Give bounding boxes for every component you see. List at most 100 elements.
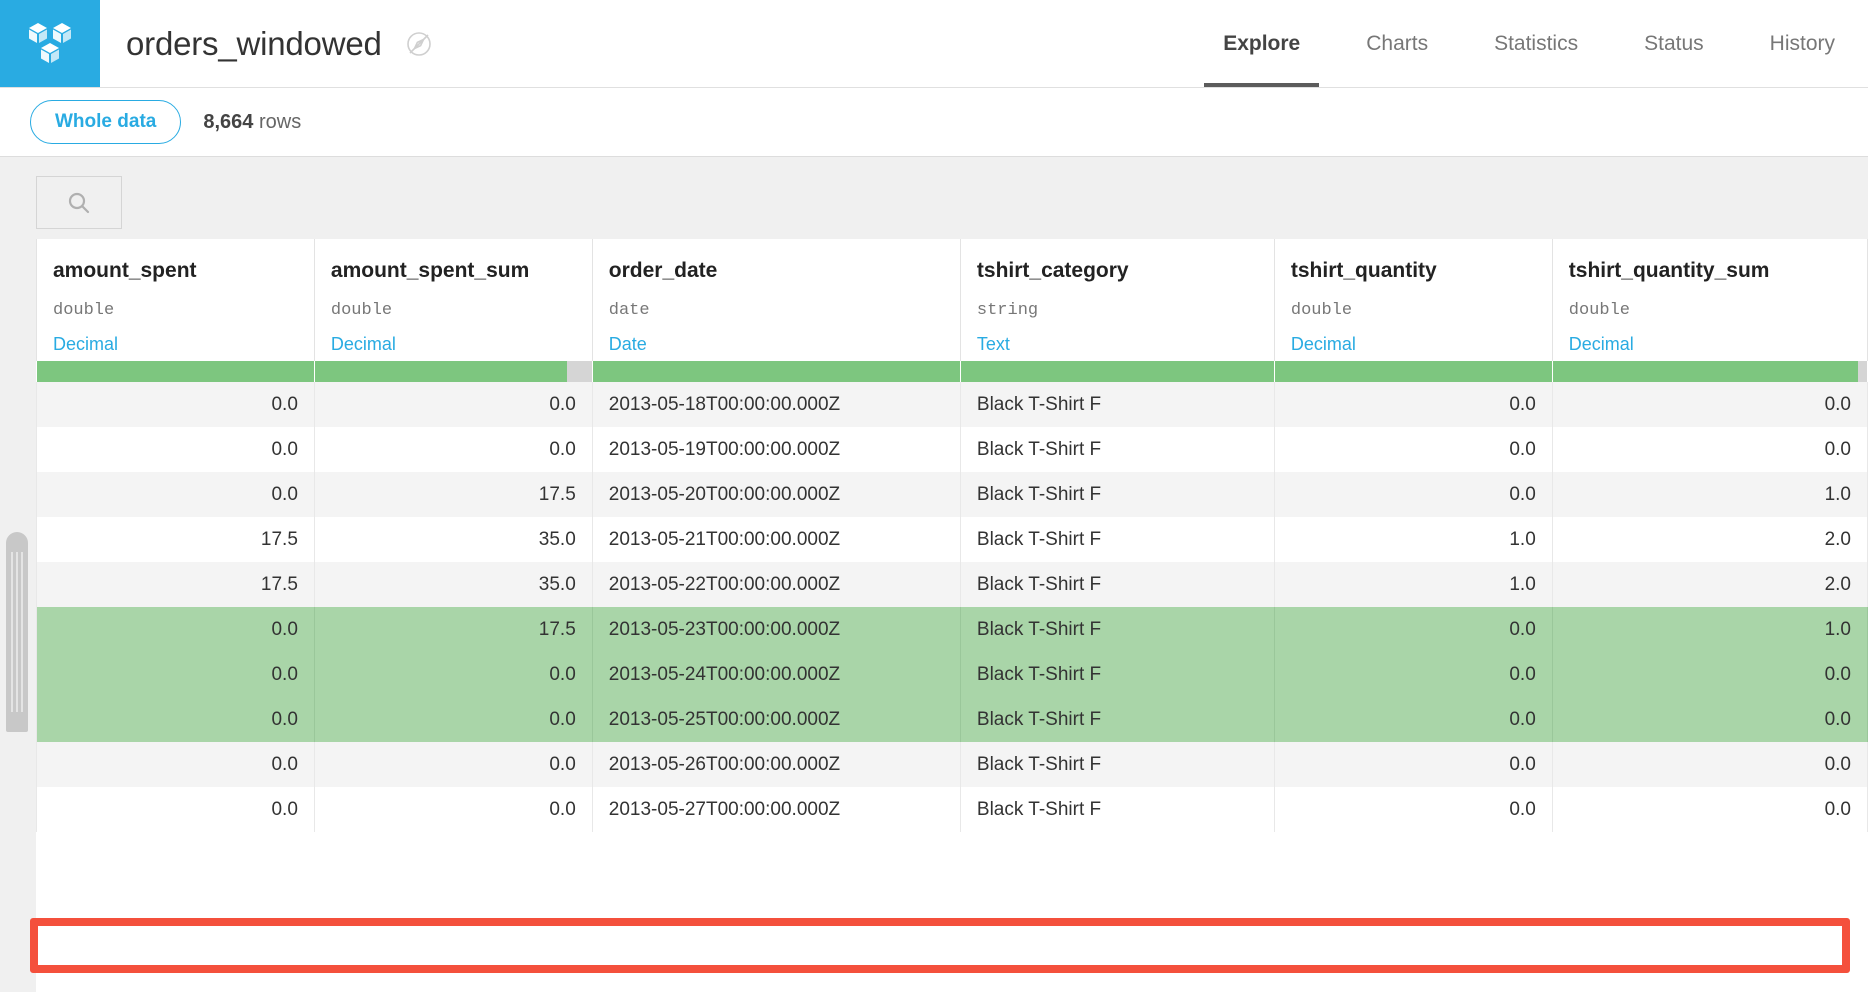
dataset-title-wrap: orders_windowed <box>100 0 434 87</box>
column-header-tshirt_quantity_sum[interactable]: tshirt_quantity_sum double Decimal <box>1552 239 1867 361</box>
table-row[interactable]: 17.5 35.0 2013-05-21T00:00:00.000Z Black… <box>37 517 1868 562</box>
app-header: orders_windowed Explore Charts Statistic… <box>0 0 1868 88</box>
column-name: tshirt_quantity <box>1291 259 1536 283</box>
cell-tshirt_quantity_sum: 0.0 <box>1552 652 1867 697</box>
tab-charts[interactable]: Charts <box>1333 0 1461 87</box>
cell-order_date: 2013-05-22T00:00:00.000Z <box>592 562 960 607</box>
cell-amount_spent_sum: 0.0 <box>314 427 592 472</box>
cell-tshirt_category: Black T-Shirt F <box>960 787 1274 832</box>
table-row[interactable]: 0.0 0.0 2013-05-25T00:00:00.000Z Black T… <box>37 697 1868 742</box>
table-row-highlighted[interactable]: 0.0 0.0 2013-05-24T00:00:00.000Z Black T… <box>37 652 1868 697</box>
validity-bar-cell <box>314 361 592 382</box>
cell-tshirt_category: Black T-Shirt F <box>960 607 1274 652</box>
explore-body: amount_spent double Decimal amount_spent… <box>0 157 1868 992</box>
table-row[interactable]: 0.0 17.5 2013-05-23T00:00:00.000Z Black … <box>37 607 1868 652</box>
column-meaning[interactable]: Decimal <box>53 334 298 355</box>
app-logo[interactable] <box>0 0 100 87</box>
column-header-amount_spent_sum[interactable]: amount_spent_sum double Decimal <box>314 239 592 361</box>
row-count-unit: rows <box>259 111 301 133</box>
cell-amount_spent: 17.5 <box>37 517 315 562</box>
cell-tshirt_quantity: 0.0 <box>1274 607 1552 652</box>
scroll-grip-line <box>11 552 13 712</box>
whole-data-pill[interactable]: Whole data <box>30 100 181 144</box>
table-row[interactable]: 0.0 0.0 2013-05-19T00:00:00.000Z Black T… <box>37 427 1868 472</box>
cell-tshirt_category: Black T-Shirt F <box>960 562 1274 607</box>
tab-explore-label: Explore <box>1223 32 1300 56</box>
column-type: double <box>1569 301 1851 320</box>
cell-amount_spent_sum: 35.0 <box>314 517 592 562</box>
vertical-scroll-handle[interactable] <box>6 532 28 732</box>
cell-order_date: 2013-05-26T00:00:00.000Z <box>592 742 960 787</box>
validity-bar-fill <box>593 361 960 382</box>
sample-subbar: Whole data 8,664 rows <box>0 88 1868 157</box>
data-grid: amount_spent double Decimal amount_spent… <box>36 239 1868 832</box>
tab-status[interactable]: Status <box>1611 0 1737 87</box>
cell-tshirt_category: Black T-Shirt F <box>960 742 1274 787</box>
table-row[interactable]: 0.0 0.0 2013-05-18T00:00:00.000Z Black T… <box>37 382 1868 427</box>
cell-tshirt_quantity: 0.0 <box>1274 427 1552 472</box>
tab-statistics[interactable]: Statistics <box>1461 0 1611 87</box>
cell-amount_spent: 0.0 <box>37 427 315 472</box>
cell-order_date: 2013-05-27T00:00:00.000Z <box>592 787 960 832</box>
column-header-tshirt_quantity[interactable]: tshirt_quantity double Decimal <box>1274 239 1552 361</box>
scroll-grip-line <box>16 552 18 712</box>
cell-tshirt_category: Black T-Shirt F <box>960 427 1274 472</box>
validity-bar-cell <box>1274 361 1552 382</box>
cell-amount_spent_sum: 17.5 <box>314 472 592 517</box>
row-count-value: 8,664 <box>203 111 253 133</box>
tab-explore[interactable]: Explore <box>1190 0 1333 87</box>
table-toolbar <box>0 157 1868 239</box>
cell-tshirt_quantity: 0.0 <box>1274 742 1552 787</box>
table-row[interactable]: 0.0 0.0 2013-05-26T00:00:00.000Z Black T… <box>37 742 1868 787</box>
column-meaning[interactable]: Decimal <box>1569 334 1851 355</box>
cell-tshirt_quantity: 1.0 <box>1274 517 1552 562</box>
main-nav-tabs: Explore Charts Statistics Status History <box>1190 0 1868 87</box>
table-row[interactable]: 0.0 0.0 2013-05-27T00:00:00.000Z Black T… <box>37 787 1868 832</box>
cell-amount_spent: 0.0 <box>37 787 315 832</box>
validity-bar-cell <box>37 361 315 382</box>
validity-bar-fill <box>1553 361 1858 382</box>
grid-body: 0.0 0.0 2013-05-18T00:00:00.000Z Black T… <box>37 382 1868 832</box>
cell-amount_spent_sum: 35.0 <box>314 562 592 607</box>
cell-tshirt_quantity_sum: 0.0 <box>1552 697 1867 742</box>
tab-history[interactable]: History <box>1737 0 1868 87</box>
cell-order_date: 2013-05-24T00:00:00.000Z <box>592 652 960 697</box>
search-input[interactable] <box>36 176 122 229</box>
validity-bar-cell <box>1552 361 1867 382</box>
table-row[interactable]: 17.5 35.0 2013-05-22T00:00:00.000Z Black… <box>37 562 1868 607</box>
tab-statistics-label: Statistics <box>1494 32 1578 56</box>
column-type: double <box>1291 301 1536 320</box>
column-meaning[interactable]: Decimal <box>1291 334 1536 355</box>
cell-amount_spent: 0.0 <box>37 472 315 517</box>
column-meaning[interactable]: Decimal <box>331 334 576 355</box>
validity-bar-fill <box>1275 361 1552 382</box>
compass-disabled-icon[interactable] <box>404 29 434 59</box>
validity-bar-fill <box>37 361 314 382</box>
column-header-tshirt_category[interactable]: tshirt_category string Text <box>960 239 1274 361</box>
cell-tshirt_quantity_sum: 2.0 <box>1552 562 1867 607</box>
cell-tshirt_quantity_sum: 2.0 <box>1552 517 1867 562</box>
validity-bar-row <box>37 361 1868 382</box>
cell-tshirt_quantity_sum: 1.0 <box>1552 472 1867 517</box>
column-header-amount_spent[interactable]: amount_spent double Decimal <box>37 239 315 361</box>
cell-order_date: 2013-05-23T00:00:00.000Z <box>592 607 960 652</box>
column-name: amount_spent <box>53 259 298 283</box>
cell-amount_spent_sum: 0.0 <box>314 382 592 427</box>
cell-amount_spent_sum: 0.0 <box>314 697 592 742</box>
cell-amount_spent: 0.0 <box>37 652 315 697</box>
cell-amount_spent: 0.0 <box>37 697 315 742</box>
cell-tshirt_quantity: 0.0 <box>1274 697 1552 742</box>
data-grid-scroll[interactable]: amount_spent double Decimal amount_spent… <box>36 239 1868 992</box>
cell-order_date: 2013-05-25T00:00:00.000Z <box>592 697 960 742</box>
cell-tshirt_category: Black T-Shirt F <box>960 517 1274 562</box>
cell-order_date: 2013-05-19T00:00:00.000Z <box>592 427 960 472</box>
tab-status-label: Status <box>1644 32 1704 56</box>
table-row[interactable]: 0.0 17.5 2013-05-20T00:00:00.000Z Black … <box>37 472 1868 517</box>
column-meaning[interactable]: Date <box>609 334 944 355</box>
column-meaning[interactable]: Text <box>977 334 1258 355</box>
cell-tshirt_category: Black T-Shirt F <box>960 382 1274 427</box>
cell-tshirt_quantity_sum: 0.0 <box>1552 787 1867 832</box>
column-header-order_date[interactable]: order_date date Date <box>592 239 960 361</box>
cell-tshirt_category: Black T-Shirt F <box>960 697 1274 742</box>
cell-amount_spent: 0.0 <box>37 607 315 652</box>
